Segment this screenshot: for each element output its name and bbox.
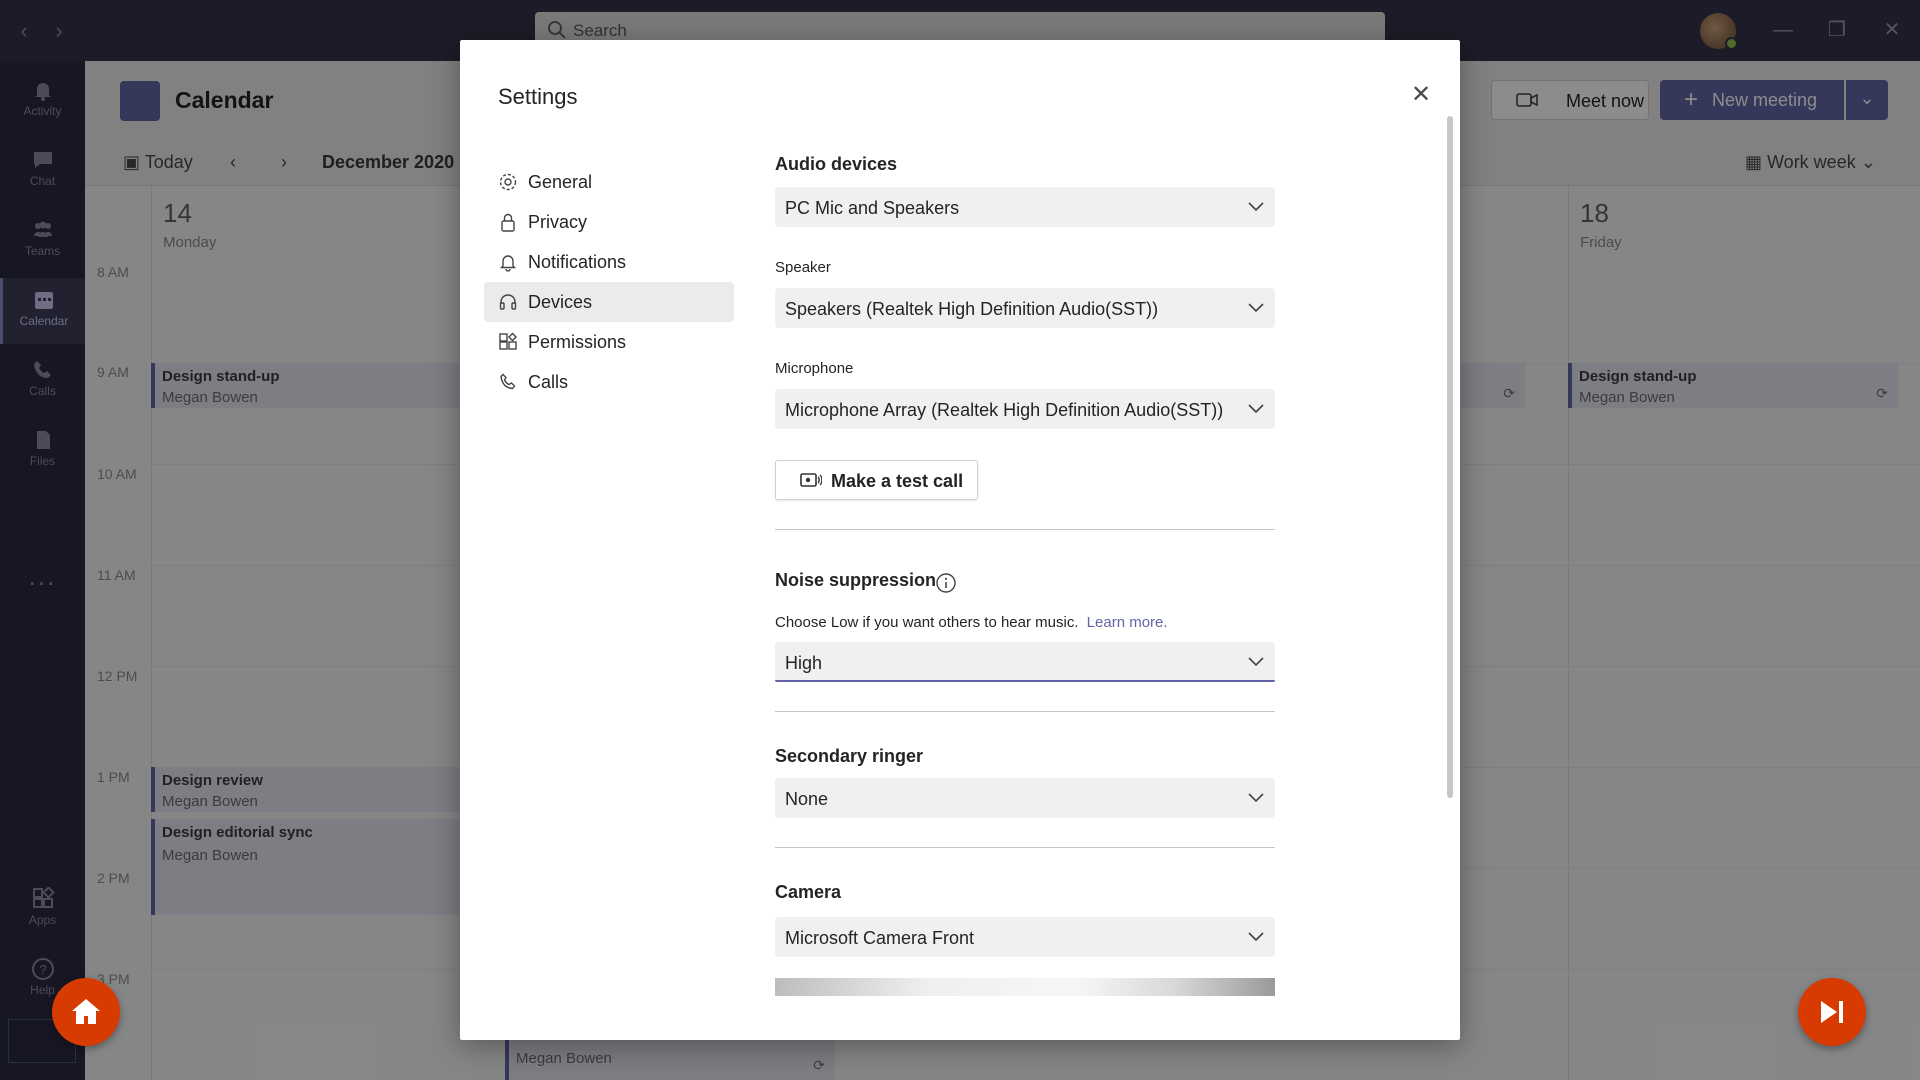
dialog-title: Settings — [498, 84, 578, 109]
home-button[interactable] — [52, 978, 120, 1046]
section-divider — [775, 711, 1275, 712]
chevron-down-icon — [1248, 202, 1264, 212]
test-call-icon — [800, 473, 822, 487]
nav-item-notifications[interactable]: Notifications — [484, 242, 734, 282]
close-icon[interactable]: ✕ — [1408, 82, 1434, 108]
chevron-down-icon — [1248, 657, 1264, 667]
noise-suppression-heading: Noise suppression — [775, 570, 937, 590]
audio-devices-select[interactable]: PC Mic and Speakers — [775, 187, 1275, 227]
speaker-label: Speaker — [775, 259, 831, 276]
scrollbar[interactable] — [1447, 116, 1453, 798]
devices-settings-panel: Audio devices PC Mic and Speakers Speake… — [775, 40, 1275, 1040]
make-test-call-button[interactable]: Make a test call — [775, 460, 978, 500]
headset-icon — [499, 294, 517, 310]
microphone-label: Microphone — [775, 360, 854, 377]
nav-item-privacy[interactable]: Privacy — [484, 202, 734, 242]
settings-dialog: Settings ✕ General Privacy Notifications… — [460, 40, 1460, 1040]
section-divider — [775, 847, 1275, 848]
camera-heading: Camera — [775, 882, 842, 902]
noise-suppression-helper: Choose Low if you want others to hear mu… — [775, 614, 1168, 631]
section-divider — [775, 529, 1275, 530]
skip-next-icon — [1821, 1001, 1843, 1023]
camera-select[interactable]: Microsoft Camera Front — [775, 917, 1275, 957]
microphone-select[interactable]: Microphone Array (Realtek High Definitio… — [775, 389, 1275, 429]
home-icon — [72, 999, 100, 1024]
skip-next-button[interactable] — [1798, 978, 1866, 1046]
speaker-select[interactable]: Speakers (Realtek High Definition Audio(… — [775, 288, 1275, 328]
chevron-down-icon — [1248, 932, 1264, 942]
audio-devices-heading: Audio devices — [775, 154, 898, 174]
learn-more-link[interactable]: Learn more. — [1087, 614, 1168, 631]
chevron-down-icon — [1248, 303, 1264, 313]
secondary-ringer-select[interactable]: None — [775, 778, 1275, 818]
nav-item-devices[interactable]: Devices — [484, 282, 734, 322]
chevron-down-icon — [1248, 793, 1264, 803]
info-icon[interactable] — [935, 572, 957, 594]
noise-suppression-select[interactable]: High — [775, 642, 1275, 682]
lock-icon — [501, 213, 515, 232]
permissions-icon — [499, 332, 518, 350]
bell-icon — [499, 255, 517, 272]
gear-icon — [499, 173, 517, 191]
camera-preview — [775, 978, 1275, 996]
nav-item-permissions[interactable]: Permissions — [484, 322, 734, 362]
phone-icon — [500, 373, 516, 390]
chevron-down-icon — [1248, 404, 1264, 414]
nav-item-calls[interactable]: Calls — [484, 362, 734, 402]
nav-item-general[interactable]: General — [484, 162, 734, 202]
secondary-ringer-heading: Secondary ringer — [775, 746, 924, 766]
